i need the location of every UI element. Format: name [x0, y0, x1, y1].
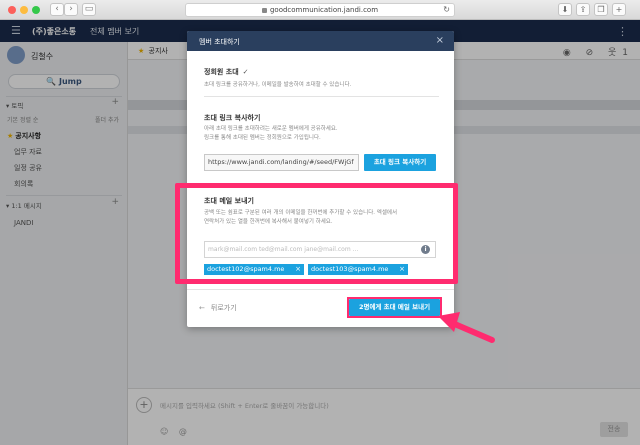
- invite-link-field[interactable]: https://www.jandi.com/landing/#/seed/FWj…: [204, 154, 359, 171]
- lock-icon: [261, 7, 267, 13]
- url-text: goodcommunication.jandi.com: [269, 6, 379, 14]
- highlight-box: [175, 183, 458, 284]
- divider: [204, 96, 439, 97]
- back-link[interactable]: ← 뒤로가기: [199, 303, 237, 313]
- highlight-outline: [347, 297, 442, 318]
- link-desc-1: 아래 초대 링크를 초대하려는 새로운 멤버에게 공유하세요.: [204, 126, 338, 132]
- forward-arrow-icon[interactable]: ›: [64, 3, 78, 16]
- check-icon: ✓: [242, 68, 249, 76]
- link-desc-2: 링크를 통해 초대된 멤버는 정회원으로 가입됩니다.: [204, 135, 321, 141]
- back-arrow-icon[interactable]: ‹: [50, 3, 64, 16]
- close-icon[interactable]: ×: [436, 35, 444, 46]
- download-icon[interactable]: ⬇: [558, 3, 572, 16]
- regular-invite-label: 정회원 초대: [204, 68, 239, 76]
- new-tab-icon[interactable]: +: [612, 3, 626, 16]
- regular-invite-title: 정회원 초대 ✓: [204, 67, 249, 77]
- tabs-icon[interactable]: ❐: [594, 3, 608, 16]
- sidebar-toggle-icon[interactable]: ▭: [82, 3, 96, 16]
- close-window-button[interactable]: [8, 6, 16, 14]
- back-arrow-icon: ←: [199, 304, 205, 312]
- modal-header: 멤버 초대하기 ×: [187, 31, 454, 51]
- regular-invite-desc: 초대 링크를 공유하거나, 이메일을 발송하여 초대할 수 있습니다.: [204, 82, 352, 88]
- reload-icon[interactable]: ↻: [443, 4, 450, 16]
- address-bar[interactable]: goodcommunication.jandi.com ↻: [185, 3, 455, 17]
- back-label: 뒤로가기: [210, 304, 237, 312]
- minimize-window-button[interactable]: [20, 6, 28, 14]
- modal-title: 멤버 초대하기: [199, 38, 240, 46]
- zoom-window-button[interactable]: [32, 6, 40, 14]
- browser-chrome: ‹ › ▭ goodcommunication.jandi.com ↻ ⬇ ⇪ …: [0, 0, 640, 20]
- pointer-arrow-icon: [438, 312, 495, 343]
- share-icon[interactable]: ⇪: [576, 3, 590, 16]
- copy-link-button[interactable]: 초대 링크 복사하기: [364, 154, 436, 171]
- link-section-title: 초대 링크 복사하기: [204, 114, 261, 122]
- modal-footer-divider: [187, 289, 454, 290]
